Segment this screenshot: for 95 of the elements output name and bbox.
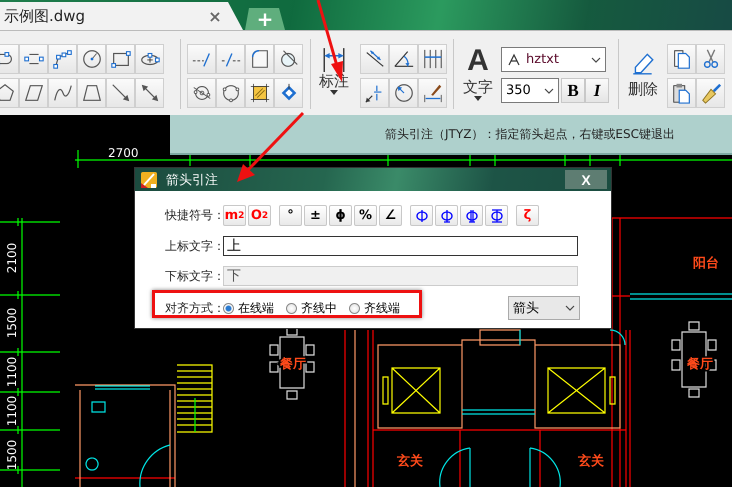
rectangle-icon (110, 48, 132, 70)
bathroom-fixture-drawing (85, 401, 106, 471)
field-label: 对齐方式： (165, 300, 223, 316)
dimension-text: 2700 (108, 146, 139, 160)
field-label: 快捷符号： (165, 207, 223, 224)
pentagon-icon (0, 82, 16, 104)
parallelogram-icon (22, 82, 44, 104)
tool-button[interactable] (216, 78, 245, 108)
dialog-title: 箭头引注 (166, 172, 219, 188)
tool-button[interactable] (418, 78, 447, 108)
annotation-arrow (237, 112, 304, 182)
trapezoid-icon (80, 82, 102, 104)
chevron-down-icon (544, 88, 554, 94)
tool-button[interactable] (19, 44, 48, 74)
clipboard-icon (670, 82, 692, 104)
elevator-drawing (382, 367, 441, 414)
rebar-symbol-icon (488, 208, 504, 224)
radio-label[interactable]: 齐线中 (301, 300, 337, 316)
symbol-button[interactable]: ± (304, 205, 327, 226)
radio-button[interactable] (223, 302, 234, 314)
dimension-text: 1500 (5, 440, 19, 470)
radio-button[interactable] (349, 302, 360, 314)
symbol-button[interactable]: ∠ (379, 205, 402, 226)
room-label: 玄关 (578, 454, 604, 469)
symbol-button[interactable] (485, 205, 508, 226)
size-dropdown[interactable]: 350 (501, 78, 559, 103)
dimension-text: 1100 (5, 396, 19, 426)
font-dropdown[interactable]: hztxt (501, 47, 606, 72)
tool-button[interactable] (135, 78, 164, 108)
field-label: 下标文字： (165, 268, 223, 284)
circle-icon (80, 48, 102, 70)
polyline-icon (52, 48, 74, 70)
room-label: 阳台 (693, 256, 719, 271)
brush-icon (700, 82, 722, 104)
linear-dimension-icon (422, 48, 444, 70)
tool-button[interactable] (418, 44, 447, 74)
dimension-text: 1100 (5, 356, 19, 388)
tool-button[interactable] (274, 44, 303, 74)
text-field: 下 (223, 266, 578, 286)
bold-button[interactable]: B (561, 78, 585, 103)
symbol-button[interactable]: ° (279, 205, 302, 226)
symbol-button[interactable]: ζ (516, 205, 539, 226)
tool-button[interactable] (106, 78, 135, 108)
tab-label[interactable]: 示例图.dwg (4, 6, 205, 26)
dimension-button[interactable]: 标注 (316, 44, 352, 95)
font-icon (506, 52, 522, 66)
rebar-symbol-icon (414, 208, 430, 224)
tool-button[interactable] (389, 78, 418, 108)
radio-label[interactable]: 齐线端 (364, 300, 400, 316)
symbol-button[interactable] (410, 205, 433, 226)
tool-button[interactable] (48, 78, 77, 108)
close-tab-button[interactable]: × (205, 6, 225, 26)
arrow-line-icon (110, 82, 132, 104)
caret-icon (330, 90, 338, 95)
symbol-button[interactable]: m$^{2}$ (223, 205, 246, 226)
italic-button[interactable]: I (585, 78, 609, 103)
text-field[interactable]: 上 (223, 236, 578, 256)
text-button[interactable]: A 文字 (460, 44, 496, 101)
room-label: 玄关 (397, 454, 423, 469)
arrow-dropdown[interactable]: 箭头 (508, 296, 580, 320)
symbol-button[interactable] (435, 205, 458, 226)
stair-drawing (176, 364, 213, 433)
symbol-button[interactable]: ϕ (329, 205, 352, 226)
dimension-icon (321, 46, 347, 72)
radio-button[interactable] (286, 302, 297, 314)
chevron-down-icon (591, 56, 601, 62)
rebar-symbol-icon (464, 208, 480, 224)
symbol-button[interactable] (460, 205, 483, 226)
brush-dimension-icon (422, 82, 444, 104)
radio-label[interactable]: 在线端 (238, 300, 274, 316)
tool-button[interactable] (19, 78, 48, 108)
tool-button[interactable] (187, 78, 216, 108)
tool-button[interactable] (77, 78, 106, 108)
tool-button[interactable] (106, 44, 135, 74)
rebar-symbol-icon (438, 208, 454, 224)
delete-button[interactable]: 删除 (625, 44, 661, 98)
radius-dimension-icon (392, 82, 414, 104)
command-prompt: 箭头引注（JTYZ）：指定箭头起点，右键或ESC键退出 (170, 115, 732, 155)
tool-button[interactable] (389, 44, 418, 74)
dimension-text: 1500 (5, 308, 19, 338)
hatch-icon (248, 82, 270, 104)
tool-button[interactable] (245, 78, 274, 108)
close-button[interactable]: X (565, 170, 607, 189)
symbol-button[interactable]: % (354, 205, 377, 226)
file-tab[interactable]: 示例图.dwg × (0, 2, 243, 30)
tool-button[interactable] (245, 44, 274, 74)
tool-button[interactable] (135, 44, 164, 74)
field-label: 上标文字： (165, 238, 223, 254)
dimension-text: 2100 (5, 242, 19, 274)
chevron-down-icon (565, 305, 575, 311)
app-logo-icon (140, 170, 158, 188)
tool-button[interactable] (77, 44, 106, 74)
caret-icon (474, 96, 482, 101)
elevator-drawing (547, 367, 616, 414)
tool-button[interactable] (360, 44, 389, 74)
